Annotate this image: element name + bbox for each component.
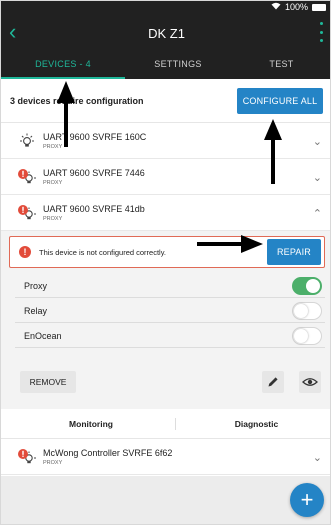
- chevron-down-icon[interactable]: ⌄: [313, 451, 322, 464]
- device-row[interactable]: UART 9600 SVRFE 7446 PROXY ⌄: [1, 159, 330, 195]
- configure-all-button[interactable]: CONFIGURE ALL: [237, 88, 323, 114]
- toggle-row-proxy: Proxy: [15, 274, 325, 298]
- tab-devices[interactable]: DEVICES - 4: [1, 51, 125, 79]
- warning-banner: ! This device is not configured correctl…: [9, 236, 325, 268]
- status-bar: 100%: [1, 1, 330, 15]
- toggle-row-enocean: EnOcean: [15, 324, 325, 348]
- remove-button[interactable]: REMOVE: [20, 371, 76, 393]
- battery-level: 100%: [284, 2, 308, 12]
- chevron-down-icon[interactable]: ⌄: [313, 135, 322, 148]
- bulb-error-icon: [17, 168, 37, 188]
- device-row[interactable]: McWong Controller SVRFE 6f62 PROXY ⌄: [1, 439, 330, 475]
- list-background: [1, 476, 330, 524]
- device-name: McWong Controller SVRFE 6f62: [43, 448, 173, 458]
- device-details-panel: ! This device is not configured correctl…: [1, 231, 330, 409]
- tab-monitoring[interactable]: Monitoring: [1, 419, 181, 429]
- app-bar: ‹ DK Z1: [1, 15, 330, 51]
- device-name: UART 9600 SVRFE 160C: [43, 132, 147, 142]
- tab-test[interactable]: TEST: [231, 51, 330, 79]
- bulb-error-icon: [17, 204, 37, 224]
- device-type: PROXY: [43, 460, 63, 466]
- toggle-label: Proxy: [24, 281, 48, 291]
- tab-settings[interactable]: SETTINGS: [125, 51, 231, 79]
- toggle-label: Relay: [24, 306, 48, 316]
- configuration-summary: 3 devices require configuration CONFIGUR…: [1, 79, 330, 123]
- add-device-fab[interactable]: +: [290, 483, 324, 517]
- bulb-icon: [17, 132, 37, 152]
- wifi-icon: [271, 2, 281, 12]
- device-type: PROXY: [43, 144, 63, 150]
- device-row-expanded[interactable]: UART 9600 SVRFE 41db PROXY ⌃: [1, 195, 330, 231]
- eye-icon: [299, 378, 321, 397]
- warning-message: This device is not configured correctly.: [39, 248, 166, 257]
- enocean-toggle[interactable]: [292, 327, 322, 345]
- chevron-up-icon[interactable]: ⌃: [313, 207, 322, 220]
- device-type: PROXY: [43, 180, 63, 186]
- toggle-row-relay: Relay: [15, 299, 325, 323]
- repair-button[interactable]: REPAIR: [267, 239, 321, 265]
- proxy-toggle[interactable]: [292, 277, 322, 295]
- edit-button[interactable]: [262, 371, 284, 393]
- chevron-down-icon[interactable]: ⌄: [313, 171, 322, 184]
- summary-text: 3 devices require configuration: [10, 96, 144, 106]
- tab-divider: [175, 418, 176, 430]
- device-name: UART 9600 SVRFE 7446: [43, 168, 145, 178]
- device-name: UART 9600 SVRFE 41db: [43, 204, 145, 214]
- bulb-error-icon: [17, 448, 37, 468]
- view-button[interactable]: [299, 371, 321, 393]
- overflow-menu-icon[interactable]: [316, 22, 326, 42]
- relay-toggle[interactable]: [292, 302, 322, 320]
- error-icon: !: [19, 246, 31, 258]
- battery-icon: [312, 3, 326, 11]
- detail-tabs: Monitoring Diagnostic: [1, 409, 330, 439]
- tab-bar: DEVICES - 4 SETTINGS TEST: [1, 51, 330, 79]
- toggle-label: EnOcean: [24, 331, 62, 341]
- device-row[interactable]: UART 9600 SVRFE 160C PROXY ⌄: [1, 123, 330, 159]
- app-screen: 100% ‹ DK Z1 DEVICES - 4 SETTINGS TEST 3…: [0, 0, 331, 525]
- device-type: PROXY: [43, 216, 63, 222]
- page-title: DK Z1: [148, 26, 185, 41]
- tab-diagnostic[interactable]: Diagnostic: [181, 419, 330, 429]
- pencil-icon: [262, 377, 284, 397]
